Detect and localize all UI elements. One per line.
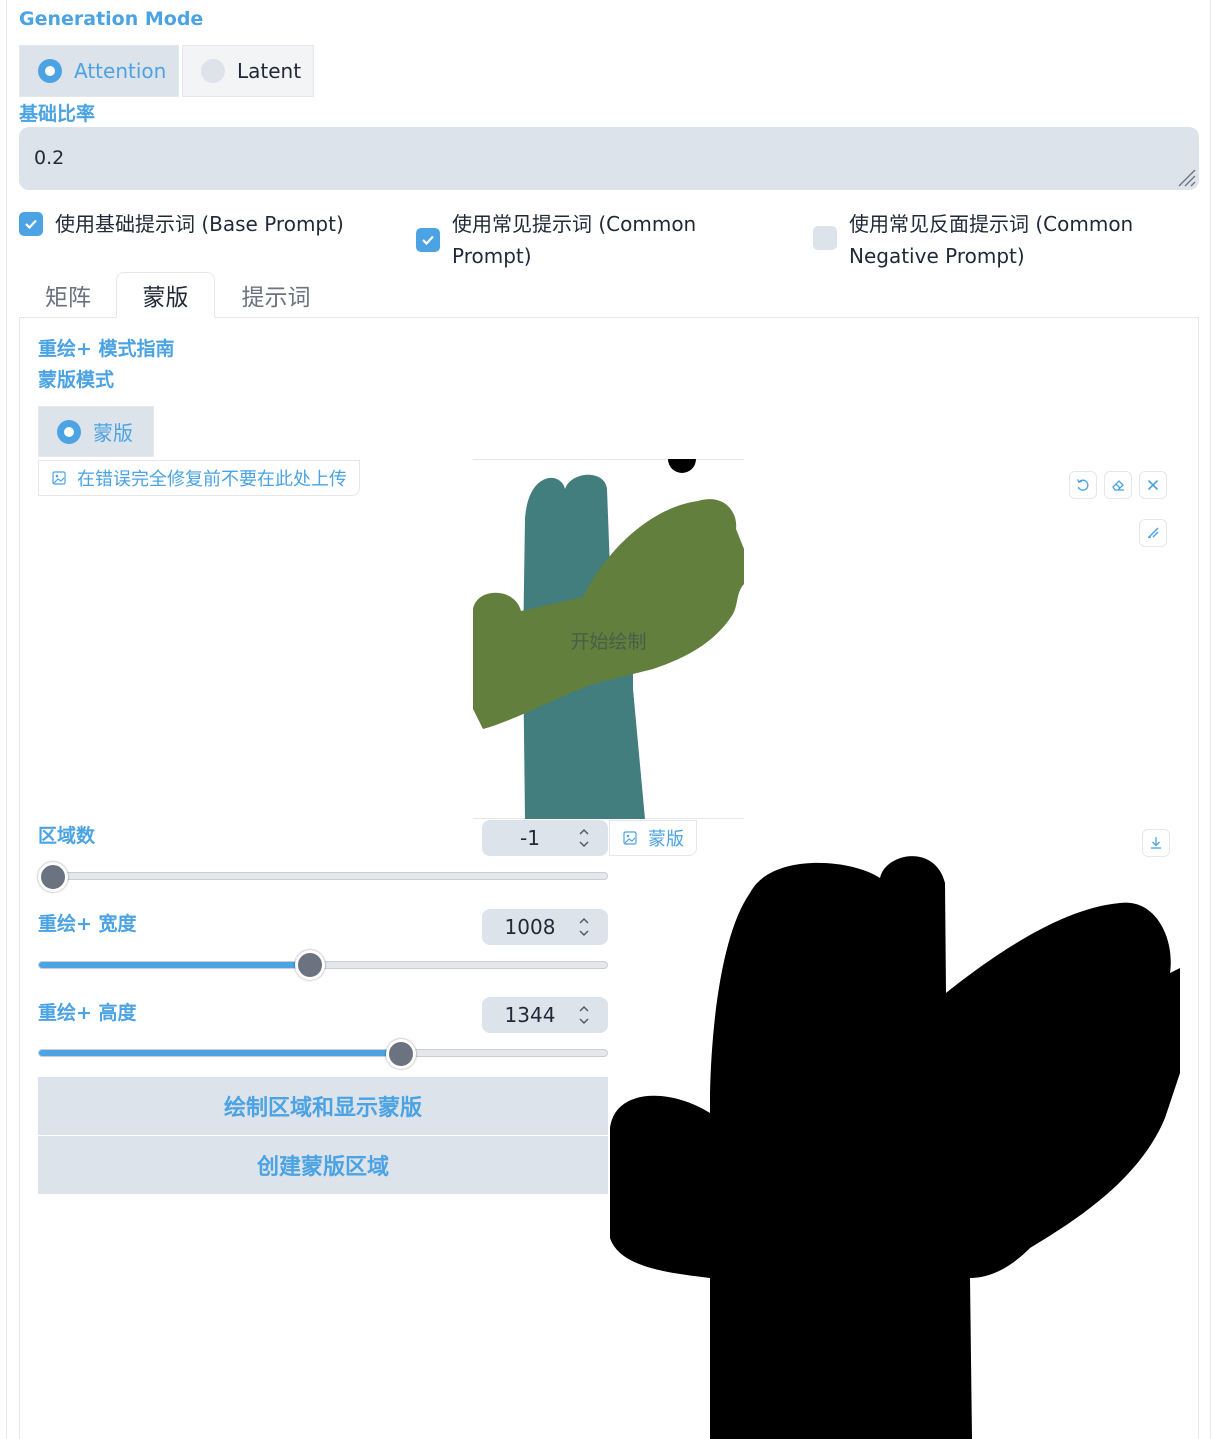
region-count-slider[interactable]: [38, 872, 608, 880]
tab-prompt[interactable]: 提示词: [226, 272, 326, 318]
radio-latent-label: Latent: [237, 59, 302, 83]
radio-mask[interactable]: 蒙版: [38, 406, 154, 457]
eraser-icon: [1112, 480, 1124, 491]
spinner-icon[interactable]: [578, 826, 590, 850]
brush-icon: [1148, 527, 1159, 539]
checkbox-base-prompt[interactable]: 使用基础提示词 (Base Prompt): [19, 208, 344, 240]
undo-icon: [1076, 479, 1089, 491]
outer-frame-right: [1210, 0, 1211, 1439]
checkbox-common-prompt[interactable]: 使用常见提示词 (Common Prompt): [416, 208, 696, 272]
spinner-icon[interactable]: [578, 915, 590, 939]
width-label: 重绘+ 宽度: [38, 913, 137, 935]
undo-button[interactable]: [1069, 471, 1097, 499]
checkbox-checked-icon[interactable]: [19, 212, 43, 236]
radio-indicator-icon: [38, 59, 62, 83]
height-label: 重绘+ 高度: [38, 1002, 137, 1024]
canvas-hint: 开始绘制: [570, 631, 647, 653]
checkbox-common-negative-prompt[interactable]: 使用常见反面提示词 (Common Negative Prompt): [813, 208, 1133, 272]
radio-indicator-icon: [57, 419, 81, 444]
checkbox-checked-icon[interactable]: [416, 228, 440, 252]
mask-mode-label: 蒙版模式: [38, 369, 115, 391]
base-ratio-label: 基础比率: [19, 103, 96, 125]
sketch-canvas[interactable]: 开始绘制: [473, 459, 744, 819]
width-input[interactable]: 1008: [482, 909, 608, 945]
height-input[interactable]: 1344: [482, 997, 608, 1033]
outer-frame-left: [6, 0, 7, 1439]
eraser-button[interactable]: [1104, 471, 1132, 499]
height-value: 1344: [504, 1003, 556, 1027]
mask-output-image: [610, 856, 1180, 1439]
height-slider[interactable]: [38, 1049, 608, 1057]
resize-grip-icon[interactable]: [1176, 167, 1196, 187]
slider-fill: [39, 1050, 403, 1056]
create-mask-button[interactable]: 创建蒙版区域: [38, 1136, 608, 1194]
generation-mode-label: Generation Mode: [19, 8, 204, 30]
radio-indicator-icon: [201, 59, 225, 83]
region-count-value: -1: [520, 826, 540, 850]
region-count-input[interactable]: -1: [482, 820, 608, 856]
draw-region-button[interactable]: 绘制区域和显示蒙版: [38, 1077, 608, 1135]
radio-latent[interactable]: Latent: [182, 45, 314, 97]
tab-matrix[interactable]: 矩阵: [28, 272, 108, 318]
radio-mask-label: 蒙版: [93, 421, 133, 445]
checkbox-common-prompt-label: 使用常见提示词 (Common Prompt): [452, 212, 697, 268]
radio-attention-label: Attention: [74, 59, 167, 83]
checkbox-base-prompt-label: 使用基础提示词 (Base Prompt): [55, 212, 344, 236]
slider-thumb[interactable]: [294, 950, 325, 980]
base-ratio-input[interactable]: 0.2: [19, 127, 1199, 190]
upload-warning-chip: 在错误完全修复前不要在此处上传: [38, 460, 360, 496]
checkbox-unchecked-icon[interactable]: [813, 226, 837, 250]
image-icon: [623, 831, 637, 845]
clear-button[interactable]: [1139, 471, 1167, 499]
spinner-icon[interactable]: [578, 1003, 590, 1027]
close-icon: [1147, 479, 1159, 491]
radio-attention[interactable]: Attention: [19, 45, 179, 97]
slider-thumb[interactable]: [38, 862, 68, 892]
width-value: 1008: [504, 915, 556, 939]
checkbox-common-negative-prompt-label: 使用常见反面提示词 (Common Negative Prompt): [849, 212, 1134, 268]
slider-fill: [39, 962, 311, 968]
base-ratio-value: 0.2: [34, 147, 65, 169]
tab-mask[interactable]: 蒙版: [116, 272, 215, 318]
upload-warning-text: 在错误完全修复前不要在此处上传: [77, 469, 347, 490]
region-count-label: 区域数: [38, 825, 96, 847]
image-icon: [52, 471, 66, 485]
guide-title: 重绘+ 模式指南: [38, 338, 175, 360]
brush-button[interactable]: [1139, 519, 1167, 547]
